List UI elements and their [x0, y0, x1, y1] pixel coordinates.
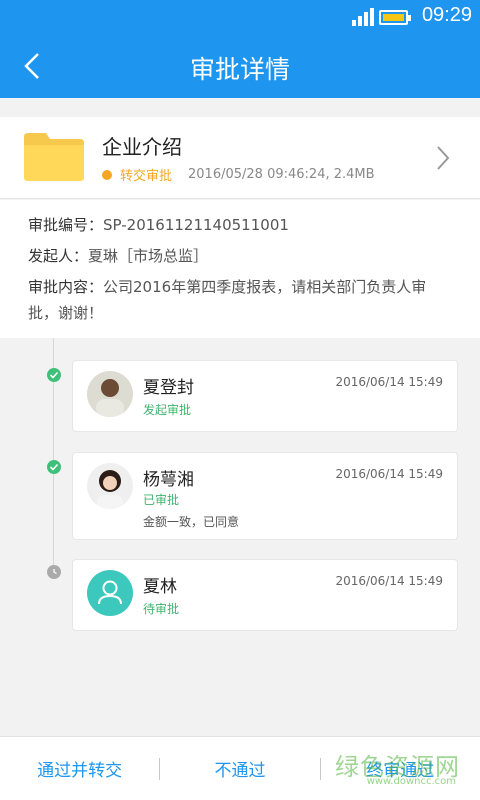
step-time: 2016/06/14 15:49	[335, 574, 443, 588]
status-dot-icon	[102, 169, 112, 180]
page-title: 审批详情	[189, 55, 290, 84]
file-card[interactable]: 企业介绍 转交审批 2016/05/28 09:46:24, 2.4MB	[0, 117, 480, 199]
step-state: 发起审批	[143, 403, 192, 417]
approval-number-label: 审批编号：	[28, 216, 104, 234]
step-state: 已审批	[143, 493, 180, 507]
approver-name: 夏林	[143, 577, 177, 597]
avatar	[87, 463, 133, 509]
file-name: 企业介绍	[102, 135, 182, 159]
status-time: 09:29	[421, 4, 472, 26]
timeline-step-1[interactable]: 夏登封 2016/06/14 15:49 发起审批	[72, 360, 458, 432]
file-meta: 转交审批 2016/05/28 09:46:24, 2.4MB	[102, 165, 375, 184]
folder-icon	[24, 133, 84, 181]
chevron-right-icon[interactable]	[436, 145, 450, 171]
step-time: 2016/06/14 15:49	[335, 375, 443, 389]
check-icon	[47, 460, 61, 474]
file-status: 转交审批	[120, 169, 173, 184]
step-time: 2016/06/14 15:49	[335, 467, 443, 481]
approver-name: 夏登封	[143, 378, 194, 398]
reject-button[interactable]: 不通过	[160, 756, 319, 781]
approver-name: 杨萼湘	[143, 470, 194, 490]
battery-icon	[379, 10, 411, 25]
content-label: 审批内容：	[28, 278, 104, 296]
approval-number-value: SP-20161121140511001	[103, 216, 289, 234]
timeline-step-2[interactable]: 杨萼湘 2016/06/14 15:49 已审批 金额一致，已同意	[72, 452, 458, 540]
initiator-label: 发起人：	[28, 247, 89, 265]
approval-number-row: 审批编号：SP-20161121140511001	[28, 212, 452, 238]
timeline-step-3[interactable]: 夏林 2016/06/14 15:49 待审批	[72, 559, 458, 631]
approval-timeline: 夏登封 2016/06/14 15:49 发起审批 杨萼湘 2016/06/14…	[0, 338, 480, 736]
header-bar: 审批详情	[0, 34, 480, 98]
check-icon	[47, 368, 61, 382]
status-bar: 09:29	[0, 0, 480, 34]
content-row: 审批内容：公司2016年第四季度报表，请相关部门负责人审批，谢谢！	[28, 274, 452, 326]
approve-forward-button[interactable]: 通过并转交	[0, 756, 159, 781]
signal-icon	[352, 8, 374, 26]
initiator-value: 夏琳［市场总监］	[88, 247, 209, 265]
approval-info: 审批编号：SP-20161121140511001 发起人：夏琳［市场总监］ 审…	[0, 200, 480, 338]
file-datetime: 2016/05/28 09:46:24, 2.4MB	[188, 167, 375, 182]
clock-icon	[47, 565, 61, 579]
watermark-url: www.downcc.com	[366, 776, 456, 787]
initiator-row: 发起人：夏琳［市场总监］	[28, 243, 452, 269]
user-icon	[87, 570, 133, 616]
avatar	[87, 371, 133, 417]
step-state: 待审批	[143, 602, 180, 616]
step-comment: 金额一致，已同意	[143, 515, 240, 529]
